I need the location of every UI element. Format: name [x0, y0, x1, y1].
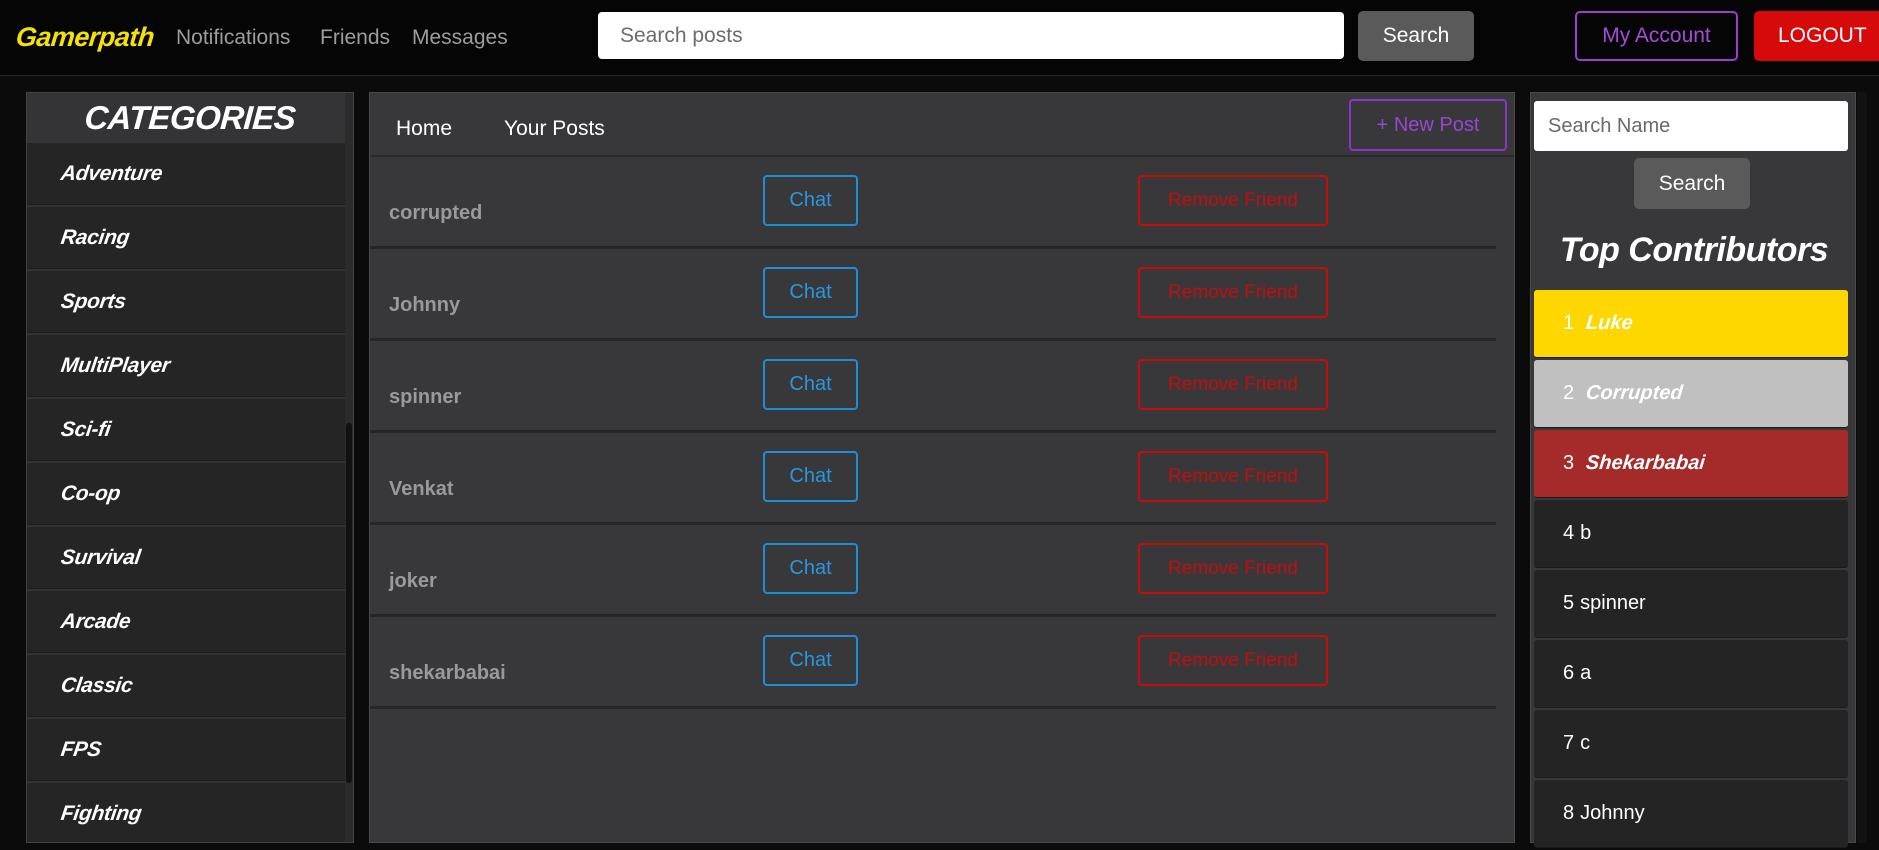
- contributor-item[interactable]: 8 Johnny: [1534, 780, 1848, 848]
- contributor-item[interactable]: 7 c: [1534, 710, 1848, 778]
- contributor-rank: 8: [1563, 802, 1575, 824]
- remove-friend-button[interactable]: Remove Friend: [1138, 267, 1328, 318]
- contributor-item-bronze[interactable]: 3 Shekarbabai: [1534, 430, 1848, 498]
- category-item[interactable]: Classic: [27, 655, 347, 717]
- contributor-name: Johnny: [1580, 802, 1645, 824]
- search-name-button[interactable]: Search: [1634, 158, 1750, 209]
- remove-friend-button[interactable]: Remove Friend: [1138, 451, 1328, 502]
- category-item[interactable]: Survival: [27, 527, 347, 589]
- chat-button[interactable]: Chat: [763, 359, 858, 410]
- nav-friends-link[interactable]: Friends: [320, 26, 390, 50]
- contributor-rank: 1: [1563, 312, 1575, 334]
- category-item[interactable]: Fighting: [27, 783, 347, 842]
- category-item[interactable]: Adventure: [27, 143, 347, 205]
- top-contributors-title: Top Contributors: [1559, 231, 1829, 269]
- contributor-name: Luke: [1585, 312, 1635, 334]
- page-scrollbar[interactable]: [1857, 92, 1867, 843]
- contributor-rank: 2: [1563, 382, 1575, 404]
- friend-row: joker Chat Remove Friend: [370, 525, 1496, 617]
- remove-friend-button[interactable]: Remove Friend: [1138, 359, 1328, 410]
- contributor-name: Corrupted: [1585, 382, 1685, 404]
- chat-button[interactable]: Chat: [763, 543, 858, 594]
- chat-button[interactable]: Chat: [763, 451, 858, 502]
- tab-your-posts[interactable]: Your Posts: [504, 117, 605, 141]
- contributor-item-silver[interactable]: 2 Corrupted: [1534, 360, 1848, 428]
- remove-friend-button[interactable]: Remove Friend: [1138, 175, 1328, 226]
- brand-logo[interactable]: Gamerpath: [14, 22, 155, 53]
- friend-row: corrupted Chat Remove Friend: [370, 157, 1496, 249]
- tab-home[interactable]: Home: [396, 117, 452, 141]
- contributor-rank: 3: [1563, 452, 1575, 474]
- categories-list: Adventure Racing Sports MultiPlayer Sci-…: [27, 143, 347, 842]
- categories-panel: CATEGORIES Adventure Racing Sports Multi…: [26, 92, 354, 843]
- category-item[interactable]: Arcade: [27, 591, 347, 653]
- category-item[interactable]: Racing: [27, 207, 347, 269]
- categories-scrollbar-thumb[interactable]: [346, 423, 352, 783]
- friend-name: joker: [389, 570, 437, 592]
- contributor-item[interactable]: 5 spinner: [1534, 570, 1848, 638]
- contributor-rank: 4: [1563, 522, 1575, 544]
- search-posts-input[interactable]: [598, 12, 1344, 59]
- friend-name: shekarbabai: [389, 662, 506, 684]
- friend-name: corrupted: [389, 202, 483, 224]
- search-name-input[interactable]: [1534, 101, 1848, 151]
- categories-scrollbar[interactable]: [345, 93, 353, 842]
- friend-name: Johnny: [389, 294, 461, 316]
- chat-button[interactable]: Chat: [763, 635, 858, 686]
- chat-button[interactable]: Chat: [763, 175, 858, 226]
- friend-name: spinner: [389, 386, 462, 408]
- logout-button[interactable]: LOGOUT: [1754, 11, 1879, 61]
- my-account-button[interactable]: My Account: [1575, 11, 1738, 61]
- contributor-name: a: [1580, 662, 1592, 684]
- top-navbar: Gamerpath Notifications Friends Messages…: [0, 0, 1879, 76]
- friend-row: Johnny Chat Remove Friend: [370, 249, 1496, 341]
- friend-row: shekarbabai Chat Remove Friend: [370, 617, 1496, 709]
- category-item[interactable]: Sports: [27, 271, 347, 333]
- remove-friend-button[interactable]: Remove Friend: [1138, 635, 1328, 686]
- contributors-panel: Search Top Contributors 1 Luke 2 Corrupt…: [1530, 92, 1856, 848]
- contributor-name: c: [1580, 732, 1591, 754]
- contributor-item-gold[interactable]: 1 Luke: [1534, 290, 1848, 358]
- contributor-rank: 7: [1563, 732, 1575, 754]
- main-tabs: Home Your Posts + New Post: [370, 93, 1514, 157]
- remove-friend-button[interactable]: Remove Friend: [1138, 543, 1328, 594]
- categories-title: CATEGORIES: [27, 93, 353, 143]
- contributor-item[interactable]: 6 a: [1534, 640, 1848, 708]
- contributor-name: b: [1580, 522, 1592, 544]
- category-item[interactable]: Sci-fi: [27, 399, 347, 461]
- nav-notifications-link[interactable]: Notifications: [176, 26, 290, 50]
- chat-button[interactable]: Chat: [763, 267, 858, 318]
- category-item[interactable]: Co-op: [27, 463, 347, 525]
- contributor-name: Shekarbabai: [1585, 452, 1707, 474]
- contributor-rank: 6: [1563, 662, 1575, 684]
- friends-main-panel: Home Your Posts + New Post corrupted Cha…: [369, 92, 1515, 843]
- contributor-name: spinner: [1580, 592, 1646, 614]
- search-posts-button[interactable]: Search: [1358, 11, 1474, 61]
- top-contributors-list: 1 Luke 2 Corrupted 3 Shekarbabai 4 b 5 s…: [1534, 290, 1848, 850]
- friend-row: Venkat Chat Remove Friend: [370, 433, 1496, 525]
- new-post-button[interactable]: + New Post: [1349, 99, 1507, 151]
- category-item[interactable]: MultiPlayer: [27, 335, 347, 397]
- contributor-rank: 5: [1563, 592, 1575, 614]
- contributor-item[interactable]: 4 b: [1534, 500, 1848, 568]
- friend-row: spinner Chat Remove Friend: [370, 341, 1496, 433]
- category-item[interactable]: FPS: [27, 719, 347, 781]
- friend-name: Venkat: [389, 478, 454, 500]
- nav-messages-link[interactable]: Messages: [412, 26, 508, 50]
